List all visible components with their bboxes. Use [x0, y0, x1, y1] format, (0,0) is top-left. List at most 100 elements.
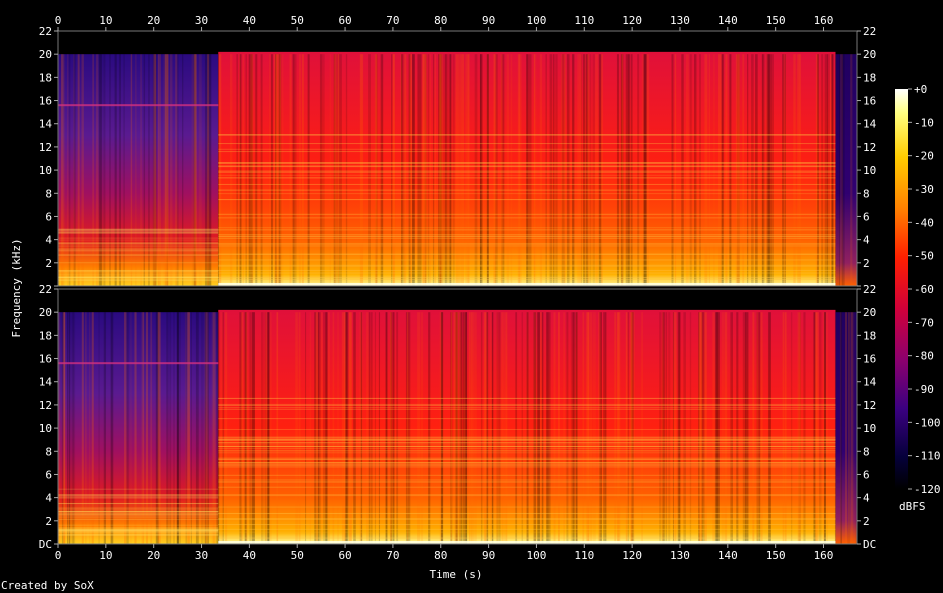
texture-streak [768, 54, 770, 286]
low-band [58, 270, 219, 272]
texture-streak [493, 54, 497, 286]
harmonic-band [218, 177, 836, 179]
texture-streak [845, 312, 847, 544]
low-band [58, 513, 219, 515]
y-tick-label: 20 [39, 306, 52, 319]
texture-streak [432, 54, 435, 286]
harmonic-band [218, 213, 836, 215]
texture-streak [239, 54, 242, 286]
texture-streak [89, 312, 91, 544]
texture-streak [439, 312, 443, 544]
x-tick-label: 70 [386, 14, 399, 27]
texture-streak [412, 54, 415, 286]
y-tick-label: 12 [39, 141, 52, 154]
harmonic-band [218, 151, 836, 153]
harmonic-band [218, 170, 836, 172]
texture-streak [417, 54, 419, 286]
low-band [58, 254, 219, 256]
harmonic-band [218, 165, 836, 167]
low-band [58, 518, 219, 520]
texture-streak [360, 312, 363, 544]
texture-streak [474, 312, 477, 544]
texture-streak [742, 312, 746, 544]
texture-streak [216, 312, 220, 544]
texture-streak [716, 312, 720, 544]
texture-streak [474, 54, 478, 286]
y-tick-label: 22 [39, 25, 52, 38]
y-tick-label: 4 [863, 234, 870, 247]
texture-streak [586, 54, 590, 286]
harmonic-band [218, 495, 836, 497]
colorbar-tick-label: -110 [914, 450, 941, 463]
texture-streak [549, 54, 553, 286]
texture-streak [572, 312, 575, 544]
texture-streak [328, 312, 330, 544]
texture-streak [392, 54, 396, 286]
x-tick-label: 80 [434, 14, 447, 27]
harmonic-band [218, 452, 836, 454]
texture-streak [155, 312, 159, 544]
texture-streak [427, 54, 430, 286]
y-tick-label: 10 [863, 164, 876, 177]
texture-streak [673, 312, 676, 544]
harmonic-band [218, 143, 836, 145]
texture-streak [339, 54, 342, 286]
texture-streak [253, 312, 255, 544]
texture-streak [348, 312, 352, 544]
texture-streak [179, 312, 182, 544]
texture-streak [720, 54, 722, 286]
low-band [58, 229, 219, 231]
texture-streak [295, 312, 298, 544]
texture-streak [577, 54, 580, 286]
harmonic-band [218, 438, 836, 440]
tone-line [58, 362, 219, 365]
texture-streak [760, 312, 763, 544]
texture-streak [491, 312, 494, 544]
texture-streak [852, 312, 855, 544]
texture-streak [646, 54, 650, 286]
texture-streak [309, 312, 312, 544]
texture-streak [756, 312, 758, 544]
harmonic-band [218, 189, 836, 191]
texture-streak [276, 312, 279, 544]
texture-streak [848, 312, 850, 544]
low-band [58, 262, 219, 264]
texture-streak [834, 312, 836, 544]
texture-streak [819, 312, 822, 544]
harmonic-band [218, 528, 836, 530]
texture-streak [793, 54, 796, 286]
texture-streak [460, 312, 463, 544]
texture-streak [671, 54, 674, 286]
texture-streak [292, 54, 294, 286]
y-tick-label: 6 [45, 210, 52, 223]
texture-streak [555, 54, 557, 286]
texture-streak [294, 54, 297, 286]
texture-streak [389, 312, 392, 544]
texture-streak [824, 54, 827, 286]
low-band [58, 497, 219, 499]
texture-streak [533, 54, 535, 286]
harmonic-band [218, 227, 836, 229]
texture-streak [698, 312, 701, 544]
texture-streak [582, 312, 585, 544]
texture-streak [510, 54, 513, 286]
harmonic-band [218, 174, 836, 176]
harmonic-band [218, 272, 836, 274]
texture-streak [343, 312, 346, 544]
y-tick-label: 20 [39, 48, 52, 61]
texture-streak [580, 54, 583, 286]
colorbar-tick-label: -100 [914, 416, 941, 429]
harmonic-band [218, 466, 836, 468]
texture-streak [659, 312, 662, 544]
texture-streak [625, 54, 629, 286]
low-band [58, 239, 219, 241]
texture-streak [566, 54, 570, 286]
y-tick-label: 12 [863, 399, 876, 412]
texture-streak [380, 54, 384, 286]
texture-streak [566, 312, 569, 544]
texture-streak [176, 312, 179, 544]
texture-streak [745, 312, 749, 544]
texture-streak [729, 54, 732, 286]
colorbar-ticks: +0 -10 -20 -30 -40 -50 -60 -70 -80 -90 -100 -110 -12… [908, 83, 941, 496]
texture-streak [465, 312, 468, 544]
